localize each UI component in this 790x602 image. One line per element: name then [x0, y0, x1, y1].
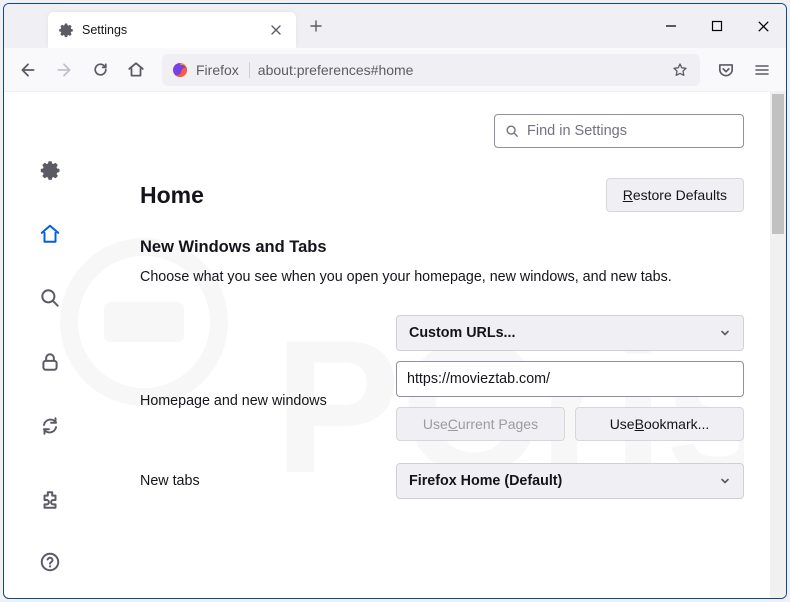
tab-settings[interactable]: Settings [48, 12, 296, 48]
identity-label: Firefox [196, 62, 250, 78]
new-tab-button[interactable] [300, 10, 332, 42]
sidebar-item-privacy[interactable] [32, 344, 68, 380]
sidebar-item-support[interactable] [32, 544, 68, 580]
restore-defaults-button[interactable]: Restore Defaults [606, 178, 744, 212]
back-button[interactable] [12, 54, 44, 86]
sidebar-item-home[interactable] [32, 216, 68, 252]
gear-icon [58, 22, 74, 38]
newtabs-select[interactable]: Firefox Home (Default) [396, 463, 744, 499]
pocket-button[interactable] [710, 54, 742, 86]
home-button[interactable] [120, 54, 152, 86]
nav-toolbar: Firefox about:preferences#home [4, 48, 786, 92]
find-in-settings[interactable] [494, 114, 744, 148]
chevron-down-icon [719, 327, 731, 339]
vertical-scrollbar[interactable] [770, 92, 786, 598]
window-controls [648, 4, 786, 48]
reload-button[interactable] [84, 54, 116, 86]
page-title: Home [140, 182, 606, 209]
settings-sidebar [4, 92, 96, 598]
homepage-url-input[interactable] [396, 361, 744, 397]
homepage-label: Homepage and new windows [140, 393, 396, 409]
select-value: Custom URLs... [409, 325, 515, 341]
close-icon[interactable] [266, 20, 286, 40]
newtabs-label: New tabs [140, 473, 396, 489]
settings-main: Home Restore Defaults New Windows and Ta… [96, 92, 786, 598]
app-menu-button[interactable] [746, 54, 778, 86]
content-area: PCrisk [4, 92, 786, 598]
homepage-mode-select[interactable]: Custom URLs... [396, 315, 744, 351]
sidebar-item-extensions[interactable] [32, 482, 68, 518]
section-heading: New Windows and Tabs [140, 238, 760, 257]
url-text: about:preferences#home [258, 62, 662, 78]
use-current-pages-button[interactable]: Use Current Pages [396, 407, 565, 441]
select-value: Firefox Home (Default) [409, 473, 562, 489]
sidebar-item-general[interactable] [32, 152, 68, 188]
use-bookmark-button[interactable]: Use Bookmark... [575, 407, 744, 441]
bookmark-star-icon[interactable] [670, 62, 690, 78]
chevron-down-icon [719, 475, 731, 487]
close-window-button[interactable] [740, 4, 786, 48]
section-description: Choose what you see when you open your h… [140, 267, 760, 287]
forward-button[interactable] [48, 54, 80, 86]
titlebar: Settings [4, 4, 786, 48]
minimize-button[interactable] [648, 4, 694, 48]
url-bar[interactable]: Firefox about:preferences#home [162, 54, 700, 86]
firefox-icon [172, 62, 188, 78]
scroll-thumb[interactable] [772, 94, 784, 234]
maximize-button[interactable] [694, 4, 740, 48]
search-input[interactable] [527, 123, 733, 139]
tab-title: Settings [82, 23, 258, 37]
browser-window: Settings [3, 3, 787, 599]
sidebar-item-sync[interactable] [32, 408, 68, 444]
sidebar-item-search[interactable] [32, 280, 68, 316]
search-icon [505, 124, 519, 138]
